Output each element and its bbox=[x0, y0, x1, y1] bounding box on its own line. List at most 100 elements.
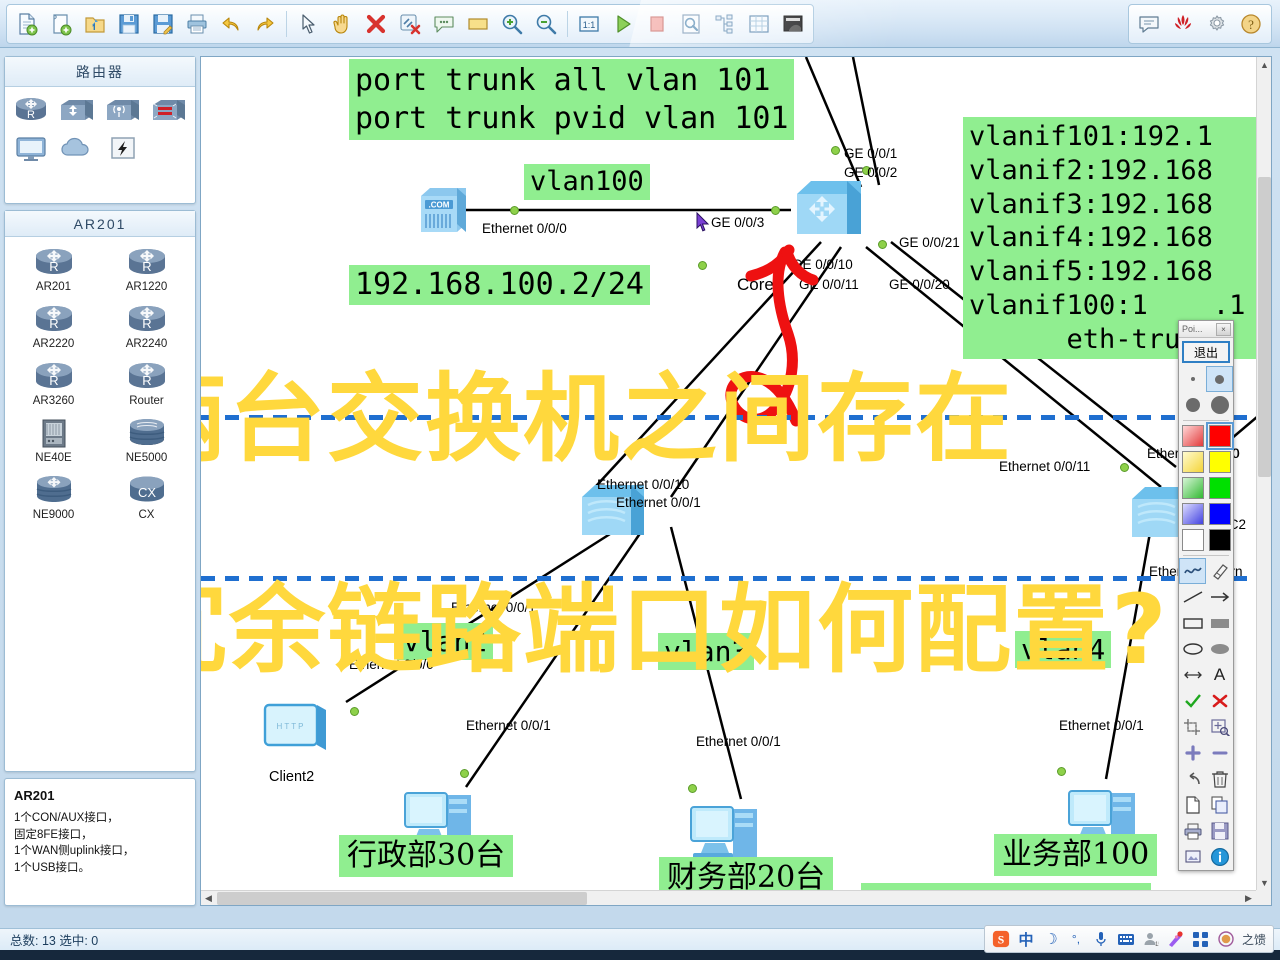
select-tool-button[interactable] bbox=[292, 8, 324, 40]
shape-tool-button[interactable] bbox=[462, 8, 494, 40]
save-button[interactable] bbox=[113, 8, 145, 40]
annotation-exit-button[interactable]: 退出 bbox=[1182, 341, 1230, 363]
cross-mark-tool[interactable] bbox=[1206, 688, 1233, 714]
crop-tool[interactable] bbox=[1179, 714, 1206, 740]
rectangle-outline-tool[interactable] bbox=[1179, 610, 1206, 636]
copy-action[interactable] bbox=[1206, 792, 1233, 818]
color-swatch-white[interactable] bbox=[1179, 527, 1206, 553]
sogou-logo-icon[interactable]: S bbox=[992, 930, 1010, 948]
new-topology-button[interactable] bbox=[11, 8, 43, 40]
chinese-mode-icon[interactable]: 中 bbox=[1017, 930, 1035, 949]
new-blank-button[interactable] bbox=[45, 8, 77, 40]
port-dot[interactable] bbox=[460, 769, 469, 778]
delete-button[interactable] bbox=[360, 8, 392, 40]
category-switch[interactable] bbox=[55, 93, 99, 127]
ellipse-outline-tool[interactable] bbox=[1179, 636, 1206, 662]
image-action[interactable] bbox=[1179, 844, 1206, 870]
undo-button[interactable] bbox=[215, 8, 247, 40]
zoom-in-tool[interactable] bbox=[1179, 740, 1206, 766]
model-item[interactable]: CX CX bbox=[102, 471, 191, 524]
settings-button[interactable] bbox=[1201, 8, 1233, 40]
zoom-out-tool[interactable] bbox=[1206, 740, 1233, 766]
save-action[interactable] bbox=[1206, 818, 1233, 844]
scroll-left-arrow[interactable]: ◀ bbox=[201, 891, 216, 905]
info-action[interactable] bbox=[1206, 844, 1233, 870]
model-item[interactable]: R Router bbox=[102, 357, 191, 410]
pen-size-large[interactable] bbox=[1179, 392, 1206, 418]
zoom-actual-button[interactable]: 1:1 bbox=[573, 8, 605, 40]
vertical-scroll-thumb[interactable] bbox=[1258, 177, 1271, 477]
stop-devices-button[interactable] bbox=[641, 8, 673, 40]
port-dot[interactable] bbox=[1057, 767, 1066, 776]
canvas-vertical-scrollbar[interactable]: ▲ ▼ bbox=[1256, 57, 1271, 890]
port-dot[interactable] bbox=[878, 240, 887, 249]
color-swatch-blue[interactable] bbox=[1206, 501, 1233, 527]
port-dot[interactable] bbox=[1120, 463, 1129, 472]
print-action[interactable] bbox=[1179, 818, 1206, 844]
model-item[interactable]: R AR2220 bbox=[9, 300, 98, 353]
category-link[interactable] bbox=[101, 131, 145, 165]
forum-button[interactable] bbox=[1133, 8, 1165, 40]
color-swatch-red-gradient[interactable] bbox=[1179, 423, 1206, 449]
port-dot[interactable] bbox=[831, 146, 840, 155]
keyboard-icon[interactable] bbox=[1117, 930, 1135, 948]
user-icon[interactable]: 15 bbox=[1142, 930, 1160, 948]
start-devices-button[interactable] bbox=[607, 8, 639, 40]
port-dot[interactable] bbox=[698, 261, 707, 270]
model-item[interactable]: R AR201 bbox=[9, 243, 98, 296]
moon-icon[interactable]: ☽ bbox=[1042, 930, 1060, 948]
annotation-titlebar[interactable]: Poi... × bbox=[1179, 321, 1233, 338]
category-cloud[interactable] bbox=[55, 131, 99, 165]
capture-button[interactable] bbox=[675, 8, 707, 40]
scroll-down-arrow[interactable]: ▼ bbox=[1257, 875, 1271, 890]
print-button[interactable] bbox=[181, 8, 213, 40]
scroll-right-arrow[interactable]: ▶ bbox=[1241, 891, 1256, 905]
color-swatch-black[interactable] bbox=[1206, 527, 1233, 553]
delete-action[interactable] bbox=[1206, 766, 1233, 792]
category-router[interactable]: R bbox=[9, 93, 53, 127]
skin-icon[interactable] bbox=[1167, 930, 1185, 948]
text-tool[interactable]: A bbox=[1206, 662, 1233, 688]
model-item[interactable]: NE40E bbox=[9, 414, 98, 467]
line-tool[interactable] bbox=[1179, 584, 1206, 610]
pen-size-xlarge[interactable] bbox=[1206, 392, 1233, 418]
horizontal-scroll-thumb[interactable] bbox=[217, 892, 587, 905]
model-item[interactable]: NE9000 bbox=[9, 471, 98, 524]
help-button[interactable]: ? bbox=[1235, 8, 1267, 40]
check-mark-tool[interactable] bbox=[1179, 688, 1206, 714]
eraser-tool[interactable] bbox=[1206, 558, 1233, 584]
port-dot[interactable] bbox=[688, 784, 697, 793]
save-as-button[interactable] bbox=[147, 8, 179, 40]
topology-canvas[interactable]: .COM WEB Server2 Core bbox=[201, 57, 1257, 891]
undo-action[interactable] bbox=[1179, 766, 1206, 792]
close-icon[interactable]: × bbox=[1216, 322, 1231, 336]
arrow-tool[interactable] bbox=[1206, 584, 1233, 610]
color-swatch-yellow-gradient[interactable] bbox=[1179, 449, 1206, 475]
device-core-switch[interactable] bbox=[791, 170, 869, 253]
grid-button[interactable] bbox=[743, 8, 775, 40]
scroll-up-arrow[interactable]: ▲ bbox=[1257, 57, 1271, 72]
zoom-out-button[interactable] bbox=[530, 8, 562, 40]
magnify-tool[interactable] bbox=[1206, 714, 1233, 740]
screenshot-button[interactable] bbox=[777, 8, 809, 40]
port-dot[interactable] bbox=[350, 707, 359, 716]
color-swatch-green[interactable] bbox=[1206, 475, 1233, 501]
color-swatch-yellow[interactable] bbox=[1206, 449, 1233, 475]
freehand-pen-tool[interactable] bbox=[1179, 558, 1206, 584]
apps-grid-icon[interactable] bbox=[1192, 930, 1210, 948]
redo-button[interactable] bbox=[249, 8, 281, 40]
zoom-in-button[interactable] bbox=[496, 8, 528, 40]
port-dot[interactable] bbox=[510, 206, 519, 215]
device-web-server2[interactable]: .COM bbox=[413, 178, 475, 245]
model-item[interactable]: NE5000 bbox=[102, 414, 191, 467]
category-firewall[interactable] bbox=[147, 93, 191, 127]
open-button[interactable] bbox=[79, 8, 111, 40]
new-page-action[interactable] bbox=[1179, 792, 1206, 818]
pen-size-small[interactable] bbox=[1179, 366, 1206, 392]
remove-link-button[interactable] bbox=[394, 8, 426, 40]
color-swatch-green-gradient[interactable] bbox=[1179, 475, 1206, 501]
category-terminal[interactable] bbox=[9, 131, 53, 165]
color-swatch-red[interactable] bbox=[1205, 422, 1234, 450]
canvas-horizontal-scrollbar[interactable]: ◀ ▶ bbox=[201, 890, 1256, 905]
punctuation-icon[interactable]: °, bbox=[1067, 930, 1085, 948]
